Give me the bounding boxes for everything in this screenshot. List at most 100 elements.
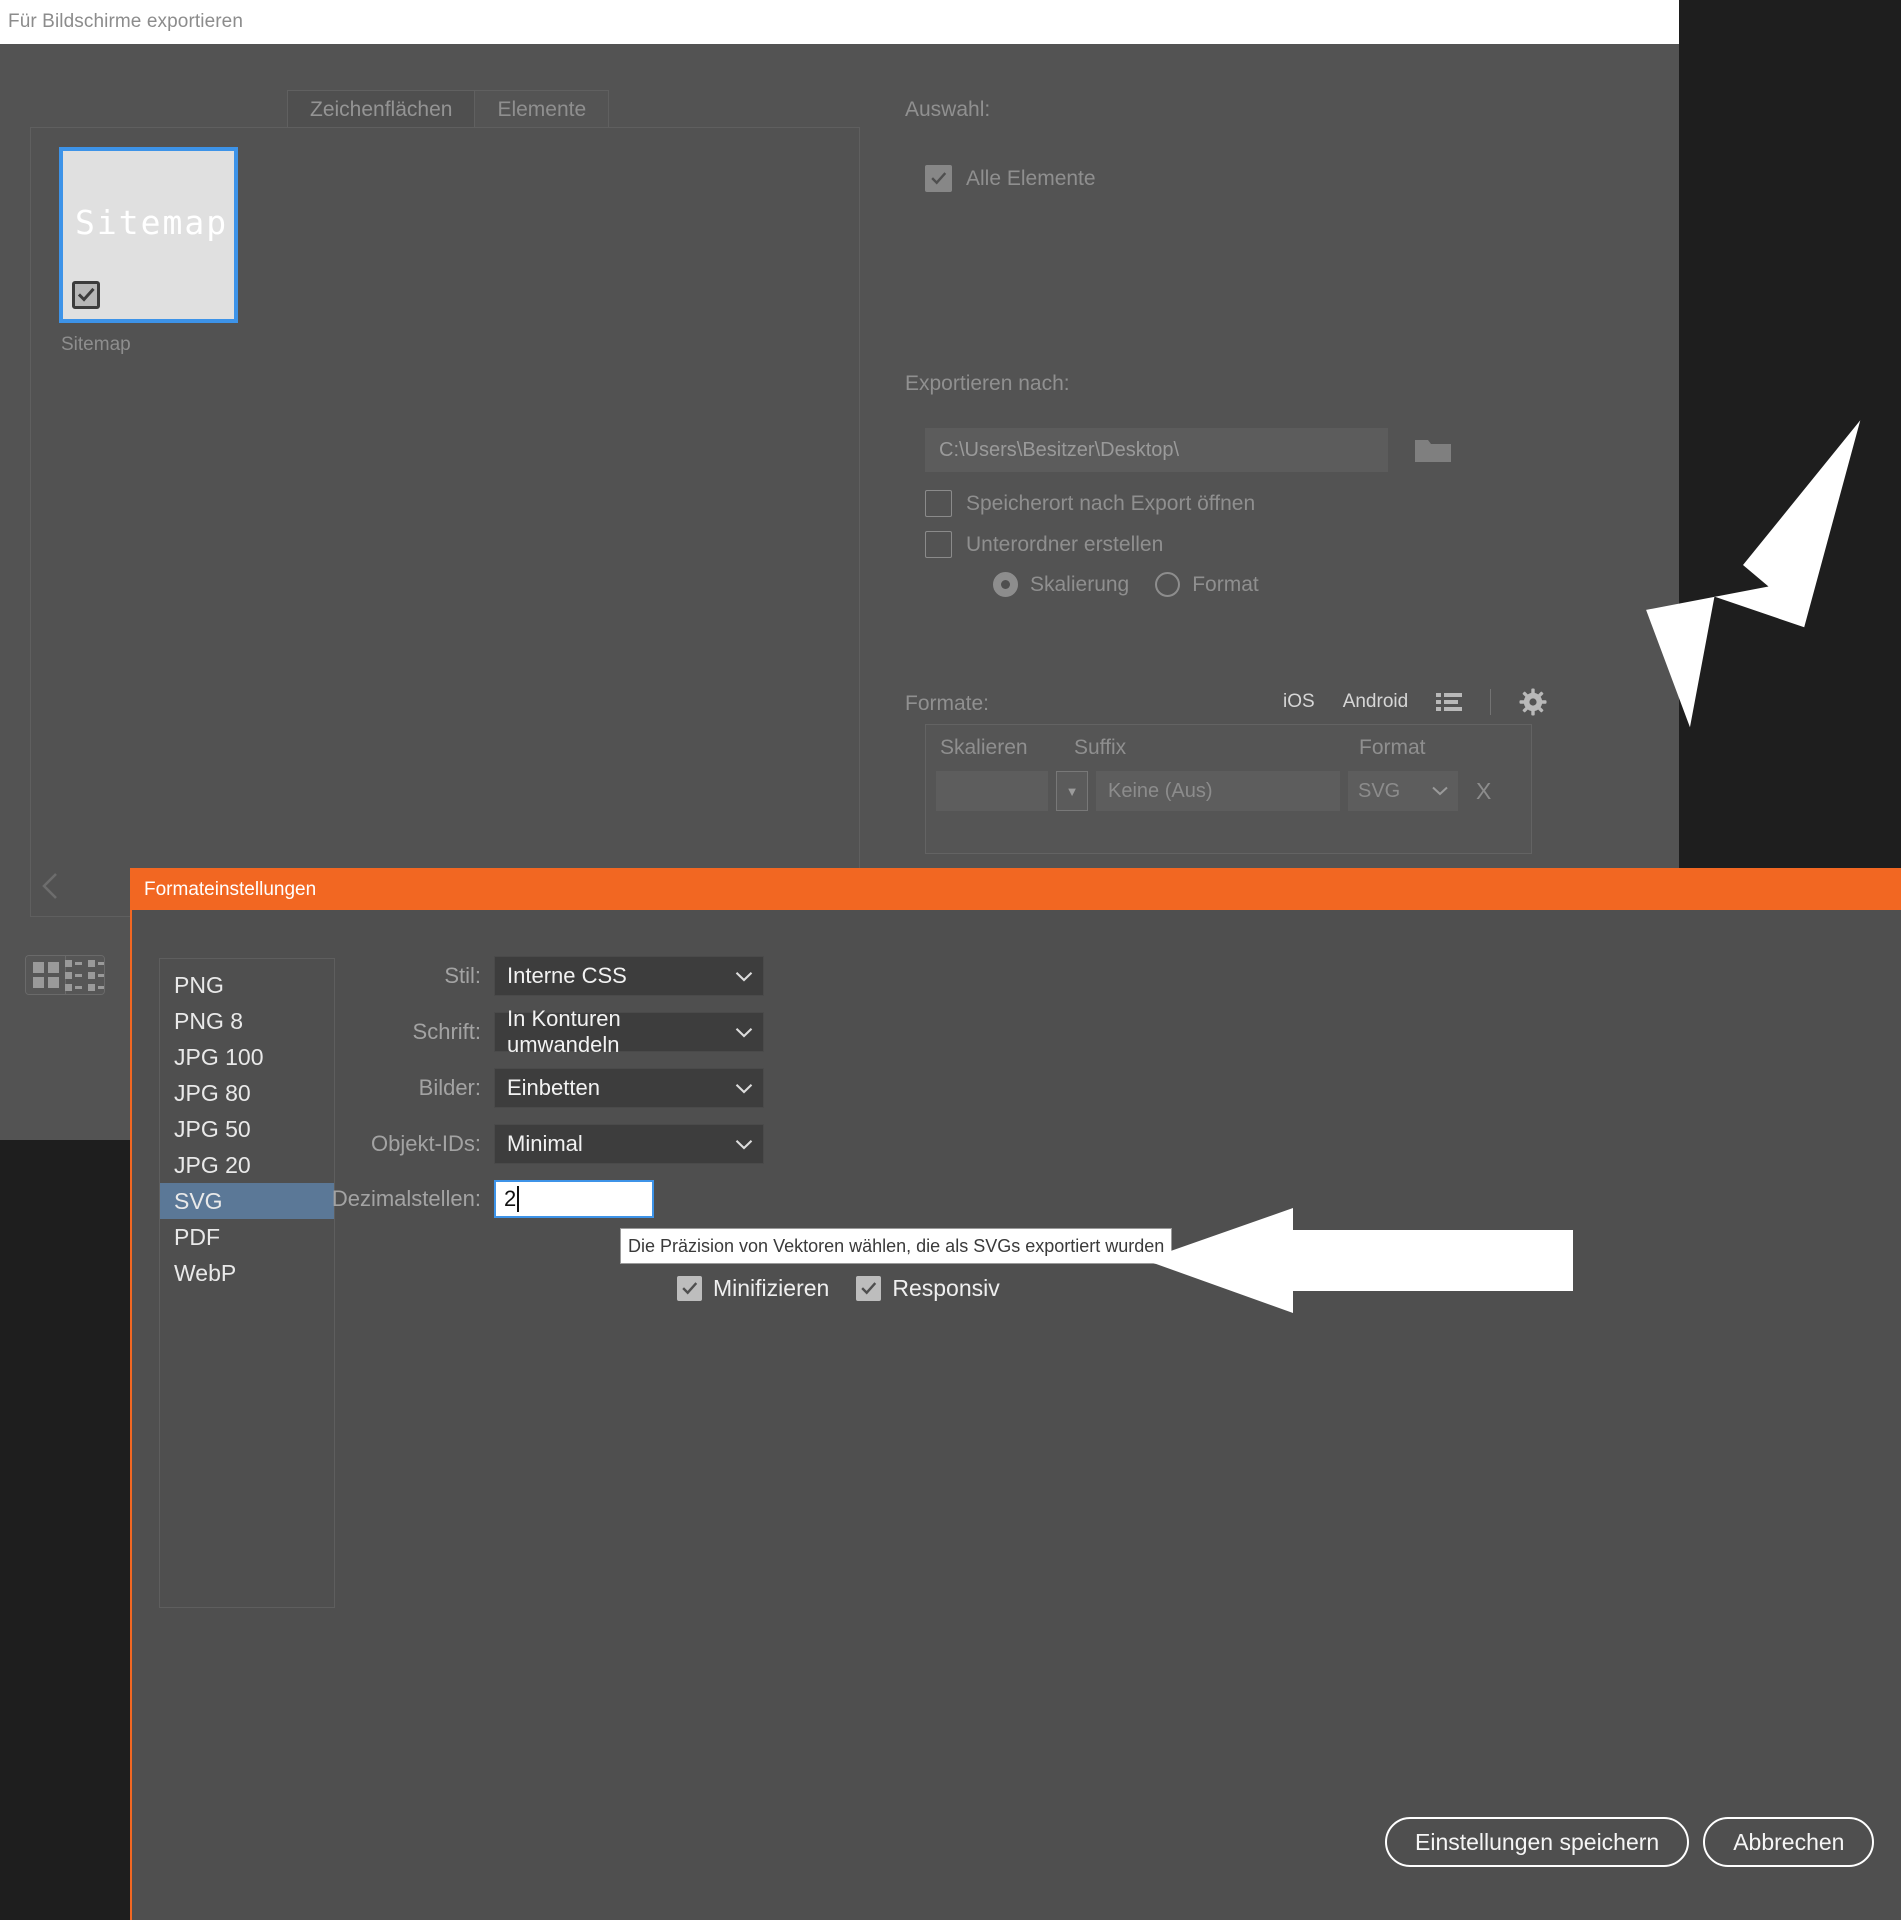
select-bilder[interactable]: Einbetten — [494, 1068, 764, 1108]
formats-table-header: Skalieren Suffix Format — [926, 725, 1531, 771]
list-options-icon[interactable] — [1436, 691, 1463, 713]
scale-dropdown-button[interactable]: ▼ — [1056, 771, 1088, 811]
cancel-button[interactable]: Abbrechen — [1703, 1817, 1875, 1867]
format-list-item-webp[interactable]: WebP — [160, 1255, 334, 1291]
format-list-item-jpg100[interactable]: JPG 100 — [160, 1039, 334, 1075]
column-header-suffix: Suffix — [1074, 736, 1127, 759]
save-settings-button[interactable]: Einstellungen speichern — [1385, 1817, 1690, 1867]
export-mode-radio-group: Skalierung Format — [993, 572, 1259, 597]
format-settings-titlebar: Formateinstellungen — [132, 868, 1901, 910]
chevron-left-icon[interactable] — [33, 866, 69, 906]
tab-elemente[interactable]: Elemente — [475, 90, 610, 128]
checkbox-responsiv-label: Responsiv — [892, 1275, 1000, 1301]
chevron-down-icon — [735, 1083, 753, 1094]
preset-ios-button[interactable]: iOS — [1283, 691, 1315, 713]
radio-format[interactable]: Format — [1155, 572, 1259, 597]
field-row-objekt-ids: Objekt-IDs: Minimal — [312, 1124, 952, 1164]
field-row-dezimalstellen: Dezimalstellen: 2 — [312, 1180, 952, 1218]
select-bilder-value: Einbetten — [507, 1075, 600, 1100]
view-mode-toggle — [25, 955, 105, 995]
field-row-stil: Stil: Interne CSS — [312, 956, 952, 996]
format-list-item-jpg50[interactable]: JPG 50 — [160, 1111, 334, 1147]
create-subfolder-checkbox[interactable] — [925, 531, 952, 558]
bullet-list-icon — [1436, 693, 1463, 711]
format-list-item-svg[interactable]: SVG — [160, 1183, 334, 1219]
create-subfolder-row[interactable]: Unterordner erstellen — [925, 531, 1163, 558]
radio-skalierung-label: Skalierung — [1030, 572, 1130, 596]
suffix-input[interactable]: Keine (Aus) — [1096, 771, 1340, 811]
radio-skalierung[interactable]: Skalierung — [993, 572, 1129, 597]
radio-format-label: Format — [1192, 572, 1259, 596]
format-list-item-png[interactable]: PNG — [160, 967, 334, 1003]
format-select[interactable]: SVG — [1348, 771, 1458, 811]
tabstrip: Zeichenflächen Elemente — [287, 90, 610, 128]
scale-input[interactable] — [936, 771, 1048, 811]
check-icon — [682, 1282, 698, 1295]
artboard-thumbnail-sitemap[interactable]: Sitemap — [59, 147, 238, 323]
select-objekt-ids[interactable]: Minimal — [494, 1124, 764, 1164]
input-dezimalstellen[interactable]: 2 — [494, 1180, 654, 1218]
screenshot-root: Für Bildschirme exportieren Zeichenfläch… — [0, 0, 1901, 1920]
format-settings-dialog: Formateinstellungen PNG PNG 8 JPG 100 JP… — [130, 868, 1901, 1920]
format-settings-fields: Stil: Interne CSS Schrift: In Konturen u… — [312, 956, 952, 1234]
check-icon — [861, 1282, 877, 1295]
open-location-label: Speicherort nach Export öffnen — [966, 491, 1256, 515]
svg-output-checkboxes: Minifizieren Responsiv — [677, 1275, 1000, 1302]
chevron-down-icon — [735, 1027, 753, 1038]
label-objekt-ids: Objekt-IDs: — [370, 1131, 481, 1156]
window-title: Für Bildschirme exportieren — [8, 11, 244, 32]
detail-view-icon[interactable] — [65, 956, 104, 994]
formats-section-label: Formate: — [905, 692, 990, 715]
create-subfolder-label: Unterordner erstellen — [966, 532, 1164, 556]
checkbox-minifizieren[interactable]: Minifizieren — [677, 1275, 829, 1302]
column-header-format: Format — [1359, 736, 1426, 759]
radio-format-indicator — [1155, 572, 1181, 597]
label-dezimalstellen: Dezimalstellen: — [331, 1186, 481, 1211]
open-location-checkbox[interactable] — [925, 490, 952, 517]
checkbox-minifizieren-label: Minifizieren — [713, 1275, 830, 1301]
field-row-bilder: Bilder: Einbetten — [312, 1068, 952, 1108]
detail-glyph — [65, 959, 104, 991]
dialog-button-bar: Einstellungen speichern Abbrechen — [1385, 1817, 1875, 1867]
label-schrift: Schrift: — [412, 1019, 481, 1044]
open-location-row[interactable]: Speicherort nach Export öffnen — [925, 490, 1255, 517]
all-elements-row[interactable]: Alle Elemente — [925, 165, 1096, 192]
gear-icon[interactable] — [1519, 688, 1547, 716]
tab-zeichenflaechen-label: Zeichenflächen — [310, 97, 453, 121]
format-list-item-jpg20[interactable]: JPG 20 — [160, 1147, 334, 1183]
grid-view-icon[interactable] — [26, 956, 65, 994]
input-dezimalstellen-value: 2 — [504, 1186, 517, 1211]
checkbox-responsiv[interactable]: Responsiv — [856, 1275, 1000, 1302]
format-list-item-pdf[interactable]: PDF — [160, 1219, 334, 1255]
select-stil-value: Interne CSS — [507, 963, 627, 988]
export-to-label: Exportieren nach: — [905, 372, 1070, 395]
tab-elemente-label: Elemente — [497, 97, 587, 121]
remove-row-button[interactable]: X — [1466, 778, 1491, 805]
table-row: ▼ Keine (Aus) SVG X — [926, 771, 1531, 811]
check-icon — [77, 287, 95, 302]
folder-icon — [1415, 440, 1451, 462]
chevron-down-icon — [1432, 786, 1448, 796]
window-titlebar: Für Bildschirme exportieren — [0, 0, 1679, 44]
tab-zeichenflaechen[interactable]: Zeichenflächen — [287, 90, 476, 128]
tooltip: Die Präzision von Vektoren wählen, die a… — [620, 1228, 1173, 1264]
all-elements-checkbox[interactable] — [925, 165, 952, 192]
formats-table: Skalieren Suffix Format ▼ Keine (Aus) SV… — [925, 724, 1532, 854]
select-objekt-ids-value: Minimal — [507, 1131, 583, 1156]
select-stil[interactable]: Interne CSS — [494, 956, 764, 996]
field-row-schrift: Schrift: In Konturen umwandeln — [312, 1006, 952, 1057]
export-path-input[interactable]: C:\Users\Besitzer\Desktop\ — [925, 428, 1388, 472]
select-schrift[interactable]: In Konturen umwandeln — [494, 1006, 764, 1057]
format-list-item-jpg80[interactable]: JPG 80 — [160, 1075, 334, 1111]
browse-folder-button[interactable] — [1413, 435, 1453, 467]
selection-section-label: Auswahl: — [905, 98, 991, 121]
format-list-item-png8[interactable]: PNG 8 — [160, 1003, 334, 1039]
chevron-down-icon — [735, 1139, 753, 1150]
chevron-down-icon — [735, 971, 753, 982]
gear-glyph — [1519, 688, 1547, 716]
format-value: SVG — [1358, 779, 1401, 802]
preset-android-button[interactable]: Android — [1343, 691, 1409, 713]
format-settings-title: Formateinstellungen — [144, 879, 317, 900]
artboard-checkbox[interactable] — [72, 281, 100, 309]
formats-actions: iOS Android — [1283, 688, 1547, 716]
